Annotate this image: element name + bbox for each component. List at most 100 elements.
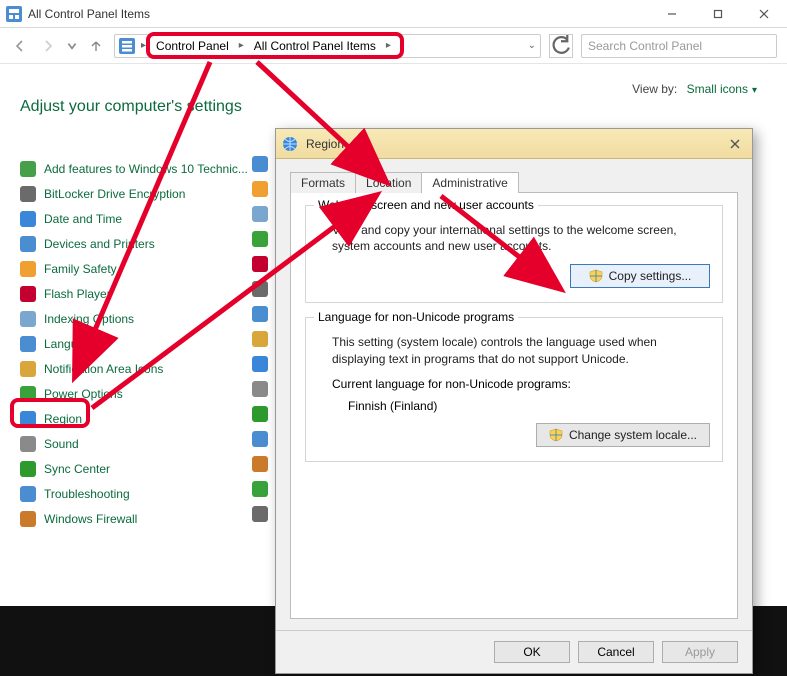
item-label: Indexing Options	[44, 312, 134, 326]
control-panel-item[interactable]: Indexing Options	[20, 306, 260, 331]
dialog-footer: OK Cancel Apply	[276, 630, 752, 673]
control-panel-item[interactable]: BitLocker Drive Encryption	[20, 181, 260, 206]
control-panel-item[interactable]: Power Options	[20, 381, 260, 406]
navbar: ▸ Control Panel ▸ All Control Panel Item…	[0, 28, 787, 64]
cancel-button[interactable]: Cancel	[578, 641, 654, 663]
item-label: Language	[44, 337, 97, 351]
item-icon	[20, 286, 36, 302]
up-button[interactable]	[86, 36, 106, 56]
tab-pane-administrative: Welcome screen and new user accounts Vie…	[290, 193, 738, 619]
item-label: BitLocker Drive Encryption	[44, 187, 185, 201]
item-icon	[20, 361, 36, 377]
item-icon	[20, 186, 36, 202]
welcome-text: View and copy your international setting…	[332, 222, 710, 254]
item-icon	[252, 306, 268, 322]
item-icon	[252, 481, 268, 497]
item-label: Flash Player	[44, 287, 111, 301]
item-icon	[252, 356, 268, 372]
view-by-label: View by:	[632, 82, 677, 96]
second-column-icons	[252, 156, 272, 522]
item-icon	[252, 406, 268, 422]
chevron-right-icon: ▸	[141, 40, 146, 51]
item-icon	[252, 456, 268, 472]
address-dropdown-icon[interactable]: ⌄	[528, 40, 536, 51]
item-icon	[252, 256, 268, 272]
item-label: Windows Firewall	[44, 512, 137, 526]
item-label: Troubleshooting	[44, 487, 130, 501]
page-heading: Adjust your computer's settings	[20, 98, 767, 116]
dialog-titlebar: Region	[276, 129, 752, 159]
region-dialog: Region Formats Location Administrative W…	[275, 128, 753, 674]
control-panel-item[interactable]: Flash Player	[20, 281, 260, 306]
item-icon	[20, 436, 36, 452]
titlebar: All Control Panel Items	[0, 0, 787, 28]
tab-location[interactable]: Location	[355, 172, 422, 193]
control-panel-item[interactable]: Region	[20, 406, 260, 431]
apply-button[interactable]: Apply	[662, 641, 738, 663]
item-icon	[252, 231, 268, 247]
control-panel-item[interactable]: Family Safety	[20, 256, 260, 281]
chevron-right-icon: ▸	[386, 40, 391, 51]
non-unicode-text: This setting (system locale) controls th…	[332, 334, 710, 366]
change-system-locale-button[interactable]: Change system locale...	[536, 423, 710, 447]
item-icon	[252, 381, 268, 397]
uac-shield-icon	[589, 269, 603, 283]
item-label: Region	[44, 412, 82, 426]
item-icon	[20, 511, 36, 527]
item-icon	[252, 206, 268, 222]
breadcrumb-root[interactable]: Control Panel	[152, 39, 233, 53]
current-language-value: Finnish (Finland)	[348, 399, 710, 413]
back-button[interactable]	[10, 36, 30, 56]
control-panel-item[interactable]: Devices and Printers	[20, 231, 260, 256]
item-label: Family Safety	[44, 262, 117, 276]
window-buttons	[649, 0, 787, 27]
control-panel-item[interactable]: Language	[20, 331, 260, 356]
control-panel-item[interactable]: Sound	[20, 431, 260, 456]
control-panel-item[interactable]: Notification Area Icons	[20, 356, 260, 381]
item-icon	[20, 311, 36, 327]
change-system-locale-label: Change system locale...	[569, 428, 697, 442]
close-button[interactable]	[741, 0, 787, 27]
dialog-body: Formats Location Administrative Welcome …	[276, 159, 752, 630]
item-label: Sound	[44, 437, 79, 451]
recent-dropdown[interactable]	[66, 36, 78, 56]
refresh-button[interactable]	[549, 34, 573, 58]
minimize-button[interactable]	[649, 0, 695, 27]
chevron-down-icon: ▾	[752, 85, 757, 96]
item-icon	[20, 161, 36, 177]
ok-button[interactable]: OK	[494, 641, 570, 663]
control-panel-item[interactable]: Windows Firewall	[20, 506, 260, 531]
breadcrumb-current[interactable]: All Control Panel Items	[250, 39, 380, 53]
copy-settings-label: Copy settings...	[609, 269, 692, 283]
globe-icon	[282, 136, 298, 152]
address-icon	[119, 38, 135, 54]
control-panel-item[interactable]: Add features to Windows 10 Technic...	[20, 156, 260, 181]
search-input[interactable]: Search Control Panel	[581, 34, 777, 58]
item-icon	[20, 336, 36, 352]
control-panel-item[interactable]: Date and Time	[20, 206, 260, 231]
dialog-close-button[interactable]	[724, 133, 746, 155]
control-panel-icon	[6, 6, 22, 22]
address-bar[interactable]: ▸ Control Panel ▸ All Control Panel Item…	[114, 34, 541, 58]
copy-settings-button[interactable]: Copy settings...	[570, 264, 710, 288]
item-icon	[252, 506, 268, 522]
item-icon	[20, 236, 36, 252]
item-icon	[20, 261, 36, 277]
current-language-label: Current language for non-Unicode program…	[332, 377, 710, 391]
tab-formats[interactable]: Formats	[290, 172, 356, 193]
maximize-button[interactable]	[695, 0, 741, 27]
non-unicode-legend: Language for non-Unicode programs	[314, 310, 518, 324]
item-label: Date and Time	[44, 212, 122, 226]
control-panel-item[interactable]: Troubleshooting	[20, 481, 260, 506]
item-label: Power Options	[44, 387, 123, 401]
item-icon	[252, 156, 268, 172]
control-panel-item[interactable]: Sync Center	[20, 456, 260, 481]
item-icon	[20, 211, 36, 227]
tab-administrative[interactable]: Administrative	[421, 172, 518, 193]
view-by-value[interactable]: Small icons▾	[687, 82, 757, 96]
dialog-title: Region	[306, 137, 724, 151]
item-label: Devices and Printers	[44, 237, 155, 251]
item-icon	[252, 281, 268, 297]
forward-button[interactable]	[38, 36, 58, 56]
non-unicode-group: Language for non-Unicode programs This s…	[305, 317, 723, 461]
